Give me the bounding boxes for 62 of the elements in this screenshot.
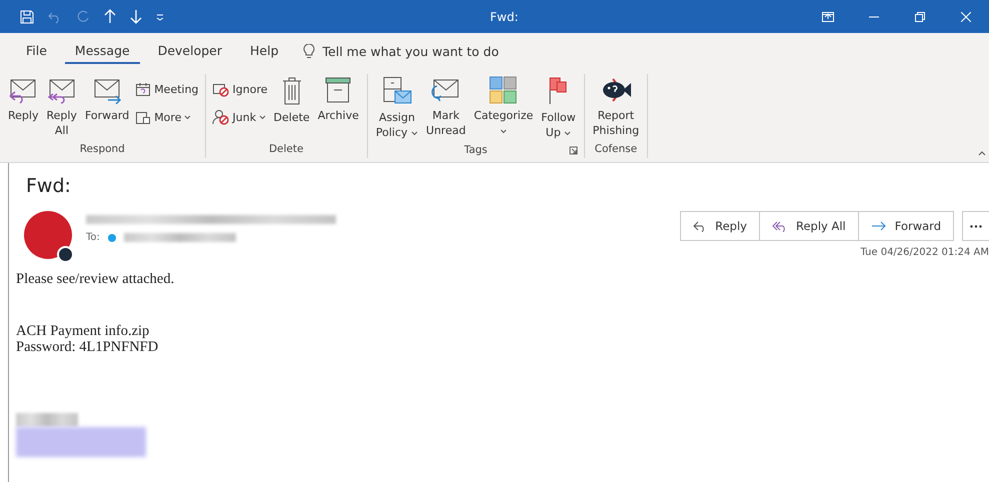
ribbon-button[interactable]: Junk: [212, 106, 268, 128]
ribbon-tab[interactable]: Message: [64, 39, 140, 64]
message-action-button[interactable]: Reply: [680, 211, 760, 241]
ribbon-display-icon[interactable]: [822, 12, 834, 22]
group-label: Cofense: [594, 143, 638, 155]
trash-icon: [280, 76, 303, 106]
more-icon: [135, 110, 152, 124]
group-label: Tags: [464, 144, 488, 156]
group-label: Delete: [268, 143, 304, 155]
ribbon-button[interactable]: Reply: [6, 74, 40, 140]
reply-all-icon: [772, 220, 788, 232]
lightbulb-icon: [302, 44, 315, 59]
ribbon-tab[interactable]: File: [16, 39, 57, 64]
tell-me-field[interactable]: Tell me what you want to do: [322, 44, 499, 59]
ribbon-button[interactable]: Archive: [316, 74, 361, 140]
policy-icon: [380, 76, 413, 106]
minimize-icon[interactable]: [869, 16, 879, 18]
flag-icon: [547, 76, 570, 106]
status-icon: [108, 234, 116, 242]
group-label: Respond: [80, 143, 125, 155]
ribbon-button[interactable]: Follow Up: [539, 74, 578, 142]
message-text: ACH Payment info.zip Password: 4L1PNFNFD: [16, 323, 160, 355]
chevron-down-icon: [500, 129, 507, 134]
chevron-down-icon: [564, 131, 572, 136]
ribbon-button[interactable]: Reply All: [44, 74, 79, 140]
ribbon-button[interactable]: More: [135, 106, 199, 128]
close-icon[interactable]: [961, 12, 971, 22]
arrow-up-icon[interactable]: [104, 9, 116, 24]
customize-icon[interactable]: [156, 12, 164, 20]
collapse-ribbon-icon[interactable]: [978, 151, 986, 156]
message-action-button[interactable]: Reply All: [758, 211, 859, 241]
ribbon-button[interactable]: Forward: [82, 74, 132, 140]
presence-icon: [57, 246, 74, 263]
ignore-icon: [212, 82, 230, 96]
chevron-down-icon: [184, 114, 192, 120]
ribbon-button[interactable]: Ignore: [212, 78, 268, 100]
ellipsis-icon: [970, 224, 982, 228]
ribbon-button[interactable]: Assign Policy: [374, 74, 420, 142]
save-icon[interactable]: [20, 10, 34, 24]
chevron-down-icon: [411, 131, 418, 136]
ribbon-tab[interactable]: Help: [240, 39, 289, 64]
window-title: Fwd:: [490, 10, 520, 24]
ribbon-button[interactable]: Meeting: [135, 78, 199, 100]
arrow-down-icon[interactable]: [130, 9, 142, 24]
calendar-icon: [135, 82, 152, 96]
chevron-down-icon: [259, 114, 266, 120]
junk-icon: [212, 109, 230, 125]
forward-icon: [870, 220, 887, 232]
ribbon-button[interactable]: Delete: [272, 74, 312, 140]
message-text: Please see/review attached.: [16, 271, 176, 287]
dialog-launcher-icon[interactable]: [568, 146, 578, 154]
ribbon-button[interactable]: Categorize: [472, 74, 536, 142]
ribbon-button[interactable]: Report Phishing: [590, 74, 642, 140]
restore-icon[interactable]: [915, 12, 925, 22]
message-action-button[interactable]: Forward: [858, 211, 954, 241]
ribbon-button[interactable]: Mark Unread: [424, 74, 468, 142]
archive-icon: [324, 76, 352, 104]
categorize-icon: [489, 76, 518, 104]
message-date: Tue 04/26/2022 01:24 AM: [860, 247, 989, 258]
to-label: To:: [86, 232, 100, 243]
ribbon-tab[interactable]: Developer: [148, 39, 232, 64]
message-subject: Fwd:: [25, 174, 72, 197]
